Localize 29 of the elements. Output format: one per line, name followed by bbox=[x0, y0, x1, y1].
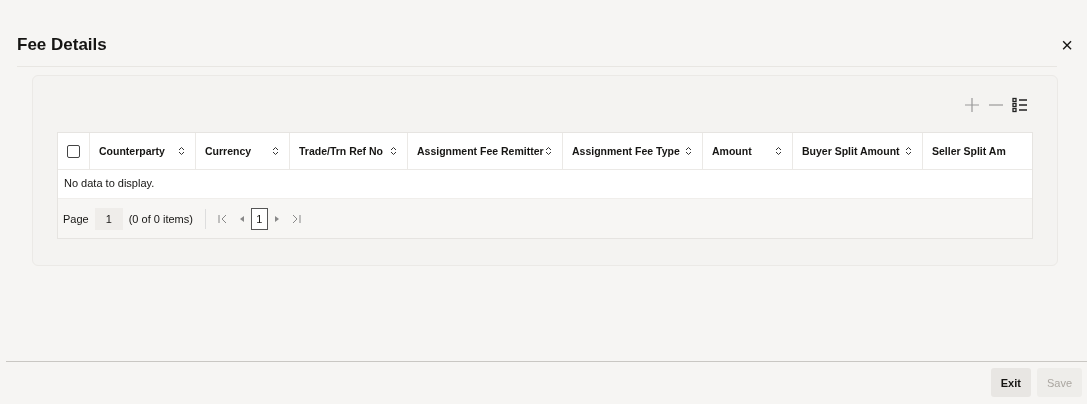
column-header[interactable]: Buyer Split Amount bbox=[802, 145, 900, 157]
sort-icon[interactable] bbox=[178, 146, 185, 156]
sort-icon[interactable] bbox=[685, 146, 692, 156]
last-page-icon[interactable] bbox=[291, 213, 301, 224]
dialog-title: Fee Details bbox=[17, 35, 107, 55]
sort-icon[interactable] bbox=[272, 146, 279, 156]
sort-icon[interactable] bbox=[905, 146, 912, 156]
sort-icon[interactable] bbox=[545, 146, 552, 156]
sort-icon[interactable] bbox=[390, 146, 397, 156]
page-number[interactable]: 1 bbox=[250, 207, 268, 230]
column-header[interactable]: Trade/Trn Ref No bbox=[299, 145, 383, 157]
select-all-checkbox[interactable] bbox=[67, 144, 80, 158]
column-header[interactable]: Amount bbox=[712, 145, 752, 157]
column-header[interactable]: Assignment Fee Type bbox=[572, 145, 680, 157]
previous-page-icon[interactable] bbox=[238, 214, 245, 223]
column-header[interactable]: Seller Split Am bbox=[932, 145, 1006, 157]
item-count: (0 of 0 items) bbox=[128, 212, 193, 225]
sort-icon[interactable] bbox=[775, 146, 782, 156]
action-button[interactable]: Exit bbox=[990, 368, 1031, 397]
column-header[interactable]: Currency bbox=[205, 145, 252, 157]
close-button[interactable]: × bbox=[1061, 33, 1073, 57]
column-header[interactable]: Counterparty bbox=[99, 145, 165, 157]
page-label: Page bbox=[63, 212, 89, 225]
list-icon[interactable] bbox=[1012, 97, 1028, 113]
page-input[interactable]: 1 bbox=[94, 207, 123, 230]
column-header[interactable]: Assignment Fee Remitter bbox=[417, 145, 544, 157]
next-page-icon[interactable] bbox=[273, 214, 280, 223]
empty-message: No data to display. bbox=[64, 177, 155, 189]
first-page-icon[interactable] bbox=[217, 213, 227, 224]
